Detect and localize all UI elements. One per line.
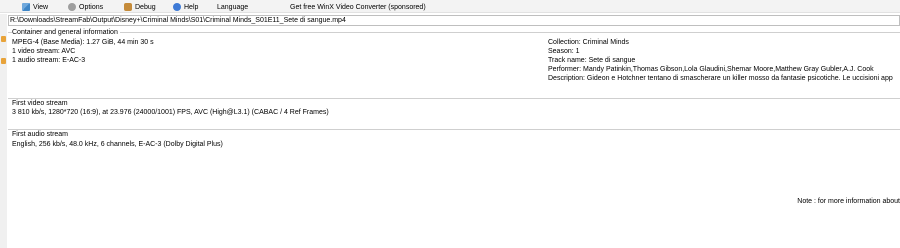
general-info-line: MPEG-4 (Base Media): 1.27 GiB, 44 min 30… — [12, 39, 154, 46]
bug-icon — [124, 3, 132, 11]
menu-options-label: Options — [79, 3, 104, 11]
file-path-text: R:\Downloads\StreamFab\Output\Disney+\Cr… — [10, 17, 346, 24]
section-divider — [8, 129, 900, 130]
menu-help[interactable]: Help — [173, 2, 198, 12]
general-info-line: 1 video stream: AVC — [12, 48, 76, 55]
menu-promo-label: Get free WinX Video Converter (sponsored… — [290, 3, 426, 11]
video-section-title: First video stream — [12, 100, 68, 107]
tag-line: Track name: Sete di sangue — [548, 57, 636, 64]
gear-icon — [68, 3, 76, 11]
audio-section-title: First audio stream — [12, 131, 69, 138]
general-info-line: 1 audio stream: E-AC-3 — [12, 57, 86, 64]
left-toolbar — [0, 14, 7, 248]
menu-view-label: View — [33, 3, 49, 11]
tag-line: Description: Gideon e Hotchner tentano d… — [548, 75, 893, 82]
menu-help-label: Help — [184, 3, 199, 11]
tag-line: Season: 1 — [548, 48, 580, 55]
general-section-title: Container and general information — [12, 29, 120, 36]
section-divider — [8, 98, 900, 99]
menu-language[interactable]: Language — [217, 2, 248, 12]
file-icon[interactable] — [1, 58, 6, 64]
note-text: Note : for more information about — [797, 198, 900, 205]
menu-bar: View Options Debug Help Language Get fre… — [0, 0, 900, 13]
menu-debug-label: Debug — [135, 3, 156, 11]
video-info-line: 3 810 kb/s, 1280*720 (16:9), at 23.976 (… — [12, 109, 329, 116]
menu-language-label: Language — [217, 3, 249, 11]
menu-debug[interactable]: Debug — [124, 2, 156, 12]
tag-line: Collection: Criminal Minds — [548, 39, 629, 46]
menu-options[interactable]: Options — [68, 2, 103, 12]
view-icon — [22, 3, 30, 11]
folder-icon[interactable] — [1, 36, 6, 42]
menu-promo-link[interactable]: Get free WinX Video Converter (sponsored… — [290, 2, 426, 12]
menu-view[interactable]: View — [22, 2, 48, 12]
tag-line: Performer: Mandy Patinkin,Thomas Gibson,… — [548, 66, 874, 73]
file-path-field[interactable]: R:\Downloads\StreamFab\Output\Disney+\Cr… — [8, 15, 900, 26]
audio-info-line: English, 256 kb/s, 48.0 kHz, 6 channels,… — [12, 141, 223, 148]
section-divider — [8, 32, 900, 33]
help-icon — [173, 3, 181, 11]
